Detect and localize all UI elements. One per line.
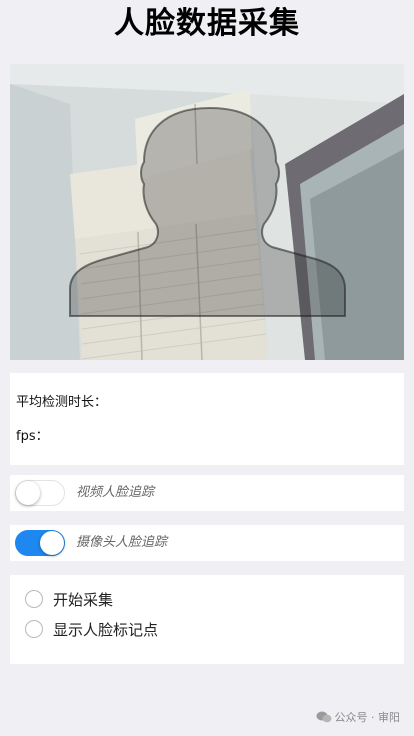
start-collect-radio[interactable] (25, 590, 43, 608)
camera-preview (10, 64, 404, 360)
show-landmarks-label: 显示人脸标记点 (53, 621, 159, 639)
stats-panel: 平均检测时长： fps： (10, 373, 404, 465)
toggle-knob (40, 531, 64, 555)
watermark: 公众号 · 审阳 (316, 710, 401, 726)
page-title: 人脸数据采集 (114, 6, 300, 41)
video-face-tracking-label: 视频人脸追踪 (76, 485, 155, 500)
camera-face-tracking-label: 摄像头人脸追踪 (76, 535, 168, 550)
video-face-tracking-row: 视频人脸追踪 (10, 475, 404, 511)
camera-face-tracking-row: 摄像头人脸追踪 (10, 525, 404, 561)
avg-detect-time-label: 平均检测时长： (16, 395, 108, 410)
camera-feed-image (10, 64, 404, 360)
show-landmarks-radio[interactable] (25, 620, 43, 638)
camera-face-tracking-toggle[interactable] (15, 530, 65, 556)
toggle-knob (16, 481, 40, 505)
video-face-tracking-toggle[interactable] (15, 480, 65, 506)
start-collect-label: 开始采集 (53, 591, 114, 609)
options-panel: 开始采集 显示人脸标记点 (10, 575, 404, 664)
watermark-text: 公众号 · 审阳 (334, 711, 401, 724)
wechat-icon (316, 711, 331, 723)
fps-label: fps： (16, 429, 49, 444)
